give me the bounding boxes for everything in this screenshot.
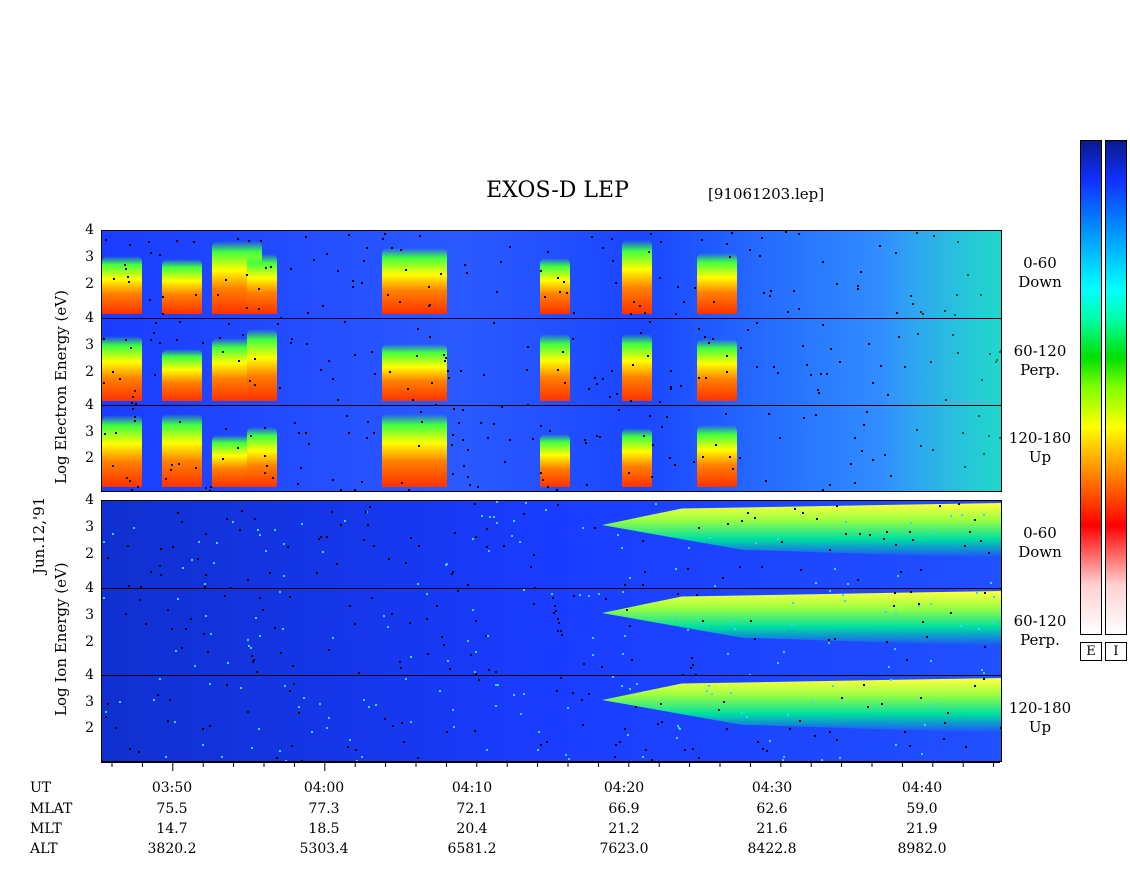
y-tick-label: 4 <box>85 310 94 326</box>
pitch-angle-direction: Perp. <box>1020 361 1060 379</box>
table-cell: 59.0 <box>906 801 938 817</box>
table-cell: 21.2 <box>608 821 640 837</box>
table-cell: 5303.4 <box>299 841 349 857</box>
table-cell: 66.9 <box>608 801 640 817</box>
table-cell: 04:10 <box>451 780 493 796</box>
y-tick-label: 2 <box>85 546 94 563</box>
table-cell: 3820.2 <box>147 841 197 857</box>
y-tick-label: 3 <box>85 249 94 266</box>
table-cell: 18.5 <box>308 821 340 837</box>
pitch-angle-direction: Up <box>1028 448 1052 466</box>
table-row-header: MLT <box>30 821 62 837</box>
table-cell: 20.4 <box>456 821 488 837</box>
pitch-angle-direction: Up <box>1028 718 1052 736</box>
table-cell: 21.6 <box>756 821 788 837</box>
panel-label: 120-180 Up <box>995 699 1085 737</box>
pitch-angle-direction: Down <box>1018 273 1062 291</box>
time-axis <box>101 761 1000 771</box>
table-cell: 8422.8 <box>747 841 797 857</box>
pitch-angle-range: 120-180 <box>1008 429 1072 447</box>
y-tick-label: 3 <box>85 336 94 353</box>
table-cell: 72.1 <box>456 801 488 817</box>
table-cell: 04:00 <box>303 780 345 796</box>
y-tick-label: 2 <box>85 720 94 737</box>
table-cell: 8982.0 <box>897 841 947 857</box>
y-tick-label: 3 <box>85 519 94 536</box>
table-cell: 75.5 <box>156 801 188 817</box>
panel-label: 0-60 Down <box>995 524 1085 562</box>
table-row-header: MLAT <box>30 801 73 817</box>
y-tick-label: 2 <box>85 633 94 650</box>
pitch-angle-direction: Down <box>1018 543 1062 561</box>
table-cell: 21.9 <box>906 821 938 837</box>
y-tick-label: 3 <box>85 423 94 440</box>
y-tick-label: 2 <box>85 276 94 293</box>
colorbar-ion-label: I <box>1105 642 1127 661</box>
table-cell: 77.3 <box>308 801 340 817</box>
panel-label: 120-180 Up <box>995 429 1085 467</box>
panel-label: 0-60 Down <box>995 254 1085 292</box>
panel-label: 60-120 Perp. <box>995 612 1085 650</box>
y-tick-label: 4 <box>85 492 94 508</box>
table-cell: 04:30 <box>751 780 793 796</box>
table-row-header: ALT <box>30 841 58 857</box>
panel-label: 60-120 Perp. <box>995 342 1085 380</box>
table-cell: 04:40 <box>901 780 943 796</box>
y-tick-label: 4 <box>85 667 94 683</box>
y-tick-label: 4 <box>85 397 94 413</box>
pitch-angle-range: 0-60 <box>1023 254 1057 272</box>
pitch-angle-range: 60-120 <box>1013 342 1067 360</box>
y-tick-label: 2 <box>85 450 94 467</box>
table-cell: 6581.2 <box>447 841 497 857</box>
table-row-header: UT <box>30 780 52 796</box>
y-tick-label: 3 <box>85 693 94 710</box>
y-tick-label: 3 <box>85 606 94 623</box>
table-cell: 03:50 <box>151 780 193 796</box>
colorbar-ion <box>1105 140 1127 635</box>
table-cell: 04:20 <box>603 780 645 796</box>
table-cell: 62.6 <box>756 801 788 817</box>
pitch-angle-range: 120-180 <box>1008 699 1072 717</box>
y-tick-label: 4 <box>85 580 94 596</box>
table-cell: 14.7 <box>156 821 188 837</box>
table-cell: 7623.0 <box>599 841 649 857</box>
pitch-angle-range: 60-120 <box>1013 612 1067 630</box>
y-tick-label: 2 <box>85 363 94 380</box>
pitch-angle-direction: Perp. <box>1020 631 1060 649</box>
pitch-angle-range: 0-60 <box>1023 524 1057 542</box>
y-tick-label: 4 <box>85 222 94 238</box>
